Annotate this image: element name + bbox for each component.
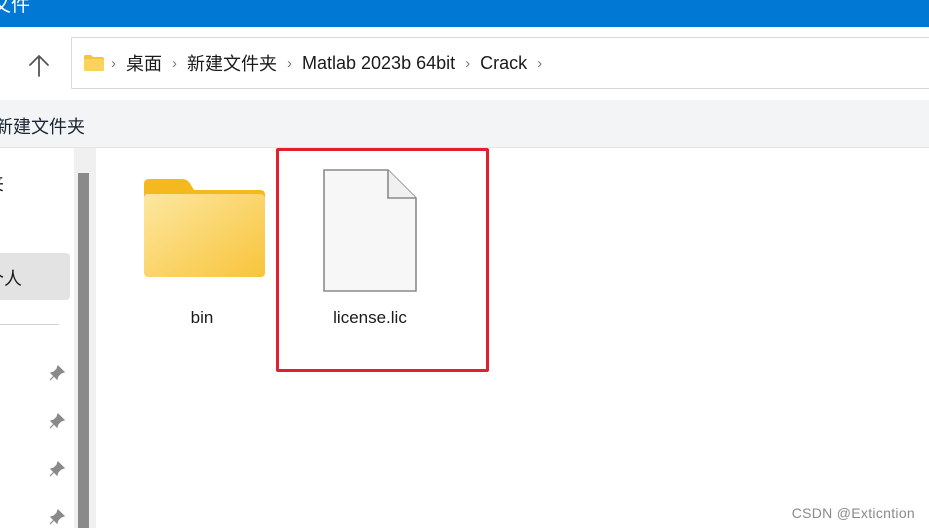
chevron-right-icon[interactable]: ›	[537, 55, 542, 72]
file-item-bin[interactable]: bin	[134, 176, 270, 328]
arrow-up-icon	[29, 55, 49, 77]
sidebar-divider	[0, 324, 59, 325]
command-bar: 新建文件夹	[0, 100, 929, 148]
pin-icon[interactable]	[48, 460, 66, 478]
navigation-row: › 桌面 › 新建文件夹 › Matlab 2023b 64bit › Crac…	[0, 27, 929, 100]
chevron-right-icon[interactable]: ›	[111, 55, 116, 72]
chevron-right-icon[interactable]: ›	[287, 55, 292, 72]
navigation-pane: 夹 个人	[0, 148, 74, 528]
folder-icon	[144, 179, 265, 277]
chevron-right-icon[interactable]: ›	[172, 55, 177, 72]
file-name: bin	[190, 308, 214, 327]
sidebar-item-personal[interactable]: 个人	[0, 253, 70, 300]
new-folder-button[interactable]: 新建文件夹	[0, 113, 85, 139]
watermark: CSDN @Exticntion	[791, 505, 915, 521]
folder-icon	[83, 54, 105, 72]
sidebar-item-label: 个人	[0, 269, 22, 289]
pin-icon[interactable]	[48, 508, 66, 526]
up-button[interactable]	[22, 49, 56, 83]
sidebar-item-folder[interactable]: 夹	[0, 170, 4, 196]
address-bar[interactable]: › 桌面 › 新建文件夹 › Matlab 2023b 64bit › Crac…	[71, 37, 929, 89]
breadcrumb-crack[interactable]: Crack	[480, 53, 527, 74]
breadcrumb-matlab[interactable]: Matlab 2023b 64bit	[302, 53, 455, 74]
pin-icon[interactable]	[48, 412, 66, 430]
chevron-right-icon[interactable]: ›	[465, 55, 470, 72]
breadcrumb-desktop[interactable]: 桌面	[126, 50, 162, 76]
highlight-annotation	[276, 148, 489, 372]
pin-icon[interactable]	[48, 364, 66, 382]
sidebar-scrollbar-thumb[interactable]	[78, 173, 89, 528]
breadcrumb-new-folder[interactable]: 新建文件夹	[187, 50, 277, 76]
title-bar: 文件	[0, 0, 929, 27]
window-title: 文件	[0, 0, 31, 16]
